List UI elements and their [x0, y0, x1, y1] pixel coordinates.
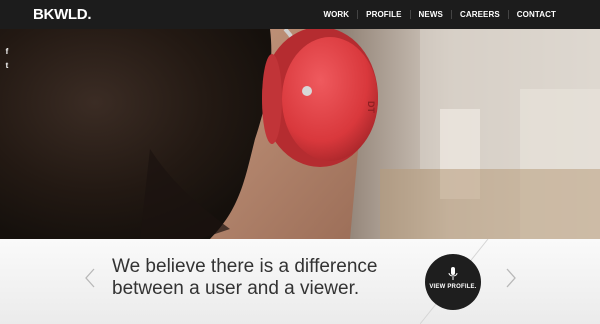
nav-item-work[interactable]: WORK — [315, 10, 357, 19]
facebook-icon[interactable]: f — [3, 47, 11, 56]
headphone-cup — [282, 37, 378, 161]
headphone-logo: DT — [366, 101, 376, 113]
tagline-line-1: We believe there is a difference — [112, 256, 378, 277]
chevron-right-icon — [506, 268, 516, 288]
hair — [0, 29, 272, 239]
hero-illustration: DT — [0, 29, 600, 239]
nav-item-careers[interactable]: CAREERS — [452, 10, 508, 19]
hero-image: DT f t — [0, 29, 600, 239]
top-nav-bar: BKWLD. WORK PROFILE NEWS CAREERS CONTACT — [0, 0, 600, 29]
nav-item-news[interactable]: NEWS — [411, 10, 451, 19]
chevron-left-icon — [85, 268, 95, 288]
logo[interactable]: BKWLD. — [33, 6, 91, 23]
tagline-line-2: between a user and a viewer. — [112, 278, 360, 299]
nav-item-profile[interactable]: PROFILE — [358, 10, 409, 19]
view-profile-button[interactable]: VIEW PROFILE. — [425, 254, 481, 310]
prev-arrow-button[interactable] — [84, 268, 96, 288]
main-nav: WORK PROFILE NEWS CAREERS CONTACT — [315, 0, 564, 29]
microphone-icon — [448, 267, 458, 280]
next-arrow-button[interactable] — [505, 268, 517, 288]
view-profile-label: VIEW PROFILE. — [429, 284, 477, 290]
nav-item-contact[interactable]: CONTACT — [509, 10, 564, 19]
twitter-icon[interactable]: t — [3, 61, 11, 70]
tagline: We believe there is a difference between… — [112, 256, 412, 300]
